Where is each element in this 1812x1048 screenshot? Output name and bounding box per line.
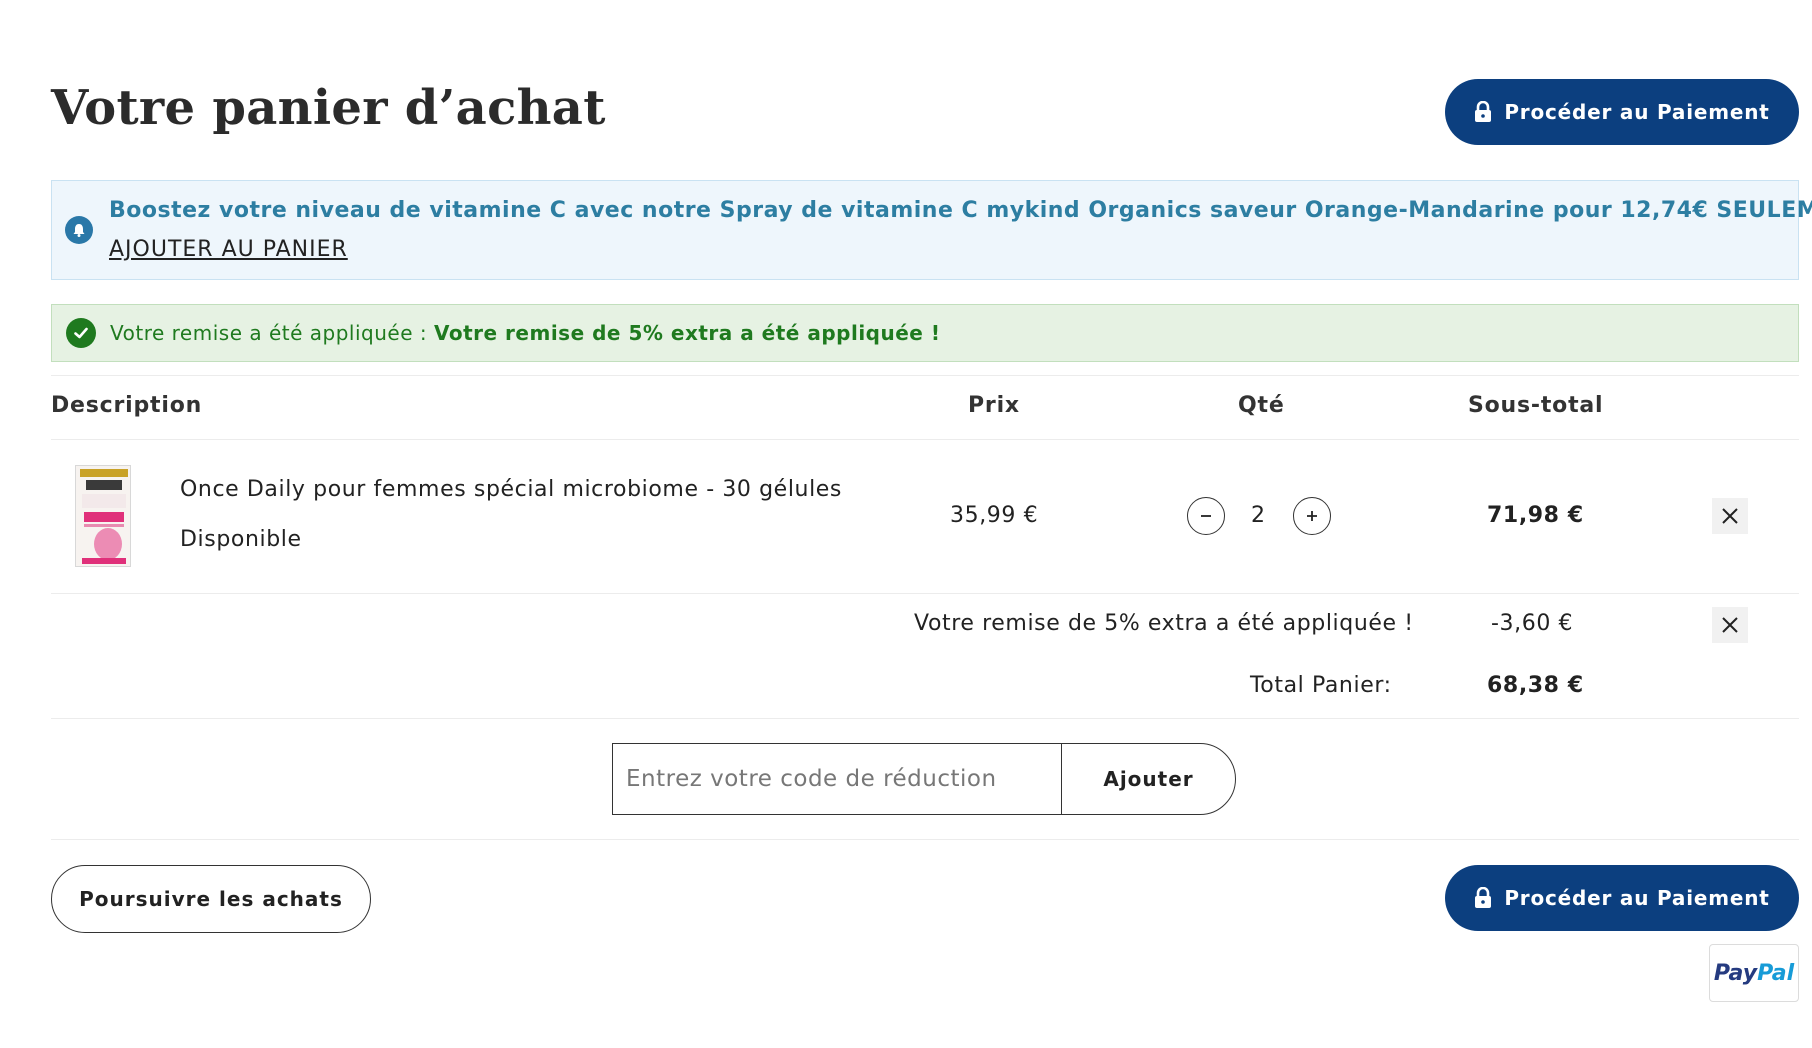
decrease-quantity-button[interactable] [1187, 497, 1225, 535]
column-header-subtotal: Sous-total [1468, 393, 1604, 418]
divider [51, 839, 1799, 840]
checkout-button-label: Procéder au Paiement [1504, 100, 1770, 124]
column-header-description: Description [51, 393, 203, 418]
bell-icon [65, 216, 93, 244]
discount-success-detail: Votre remise de 5% extra a été appliquée… [433, 321, 941, 345]
remove-discount-button[interactable] [1712, 607, 1748, 643]
cart-total-amount: 68,38 € [1487, 673, 1584, 698]
discount-line-amount: -3,60 € [1491, 611, 1574, 636]
minus-icon [1201, 515, 1211, 517]
close-icon [1722, 508, 1738, 524]
checkout-button-bottom[interactable]: Procéder au Paiement [1445, 865, 1799, 931]
promo-message: Boostez votre niveau de vitamine C avec … [109, 198, 1812, 223]
lock-icon [1475, 887, 1492, 908]
product-name[interactable]: Once Daily pour femmes spécial microbiom… [180, 477, 842, 502]
item-subtotal: 71,98 € [1487, 503, 1584, 528]
plus-icon [1307, 511, 1317, 521]
lock-icon [1475, 101, 1492, 122]
discount-success-text: Votre remise a été appliquée : Votre rem… [110, 321, 940, 345]
product-availability: Disponible [180, 527, 302, 552]
paypal-logo-pal: Pal [1757, 960, 1795, 986]
column-header-price: Prix [968, 393, 1020, 418]
item-price: 35,99 € [950, 503, 1039, 528]
apply-coupon-button[interactable]: Ajouter [1061, 743, 1236, 815]
check-circle-icon [66, 318, 96, 348]
cart-total-label: Total Panier: [1250, 673, 1392, 698]
discount-success-prefix: Votre remise a été appliquée : [110, 321, 434, 345]
increase-quantity-button[interactable] [1293, 497, 1331, 535]
divider [51, 718, 1799, 719]
divider [51, 593, 1799, 594]
page-title: Votre panier d’achat [51, 80, 606, 136]
checkout-button-top[interactable]: Procéder au Paiement [1445, 79, 1799, 145]
item-quantity[interactable]: 2 [1251, 503, 1266, 528]
discount-success-banner: Votre remise a été appliquée : Votre rem… [51, 304, 1799, 362]
add-to-cart-link[interactable]: AJOUTER AU PANIER [109, 237, 348, 262]
discount-line-label: Votre remise de 5% extra a été appliquée… [914, 611, 1414, 636]
paypal-button[interactable]: Pay Pal [1709, 944, 1799, 1002]
product-thumbnail[interactable] [75, 465, 131, 567]
checkout-button-label: Procéder au Paiement [1504, 886, 1770, 910]
column-header-qty: Qté [1238, 393, 1285, 418]
promo-banner: Boostez votre niveau de vitamine C avec … [51, 180, 1812, 280]
paypal-logo-pay: Pay [1713, 960, 1758, 986]
coupon-code-input[interactable] [612, 743, 1062, 815]
continue-shopping-button[interactable]: Poursuivre les achats [51, 865, 371, 933]
divider [51, 375, 1799, 376]
divider [51, 439, 1799, 440]
remove-item-button[interactable] [1712, 498, 1748, 534]
close-icon [1722, 617, 1738, 633]
